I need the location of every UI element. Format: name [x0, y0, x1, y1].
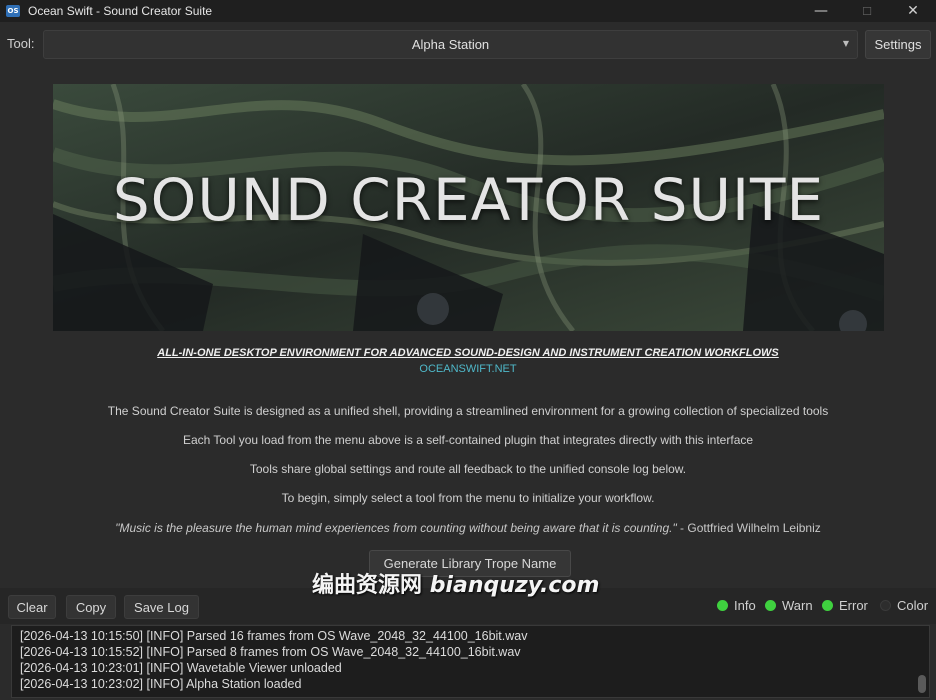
- clear-log-button[interactable]: Clear: [8, 595, 56, 619]
- filter-info-toggle[interactable]: Info: [717, 598, 756, 613]
- watermark: 编曲资源网 bianquzy.com: [312, 567, 599, 599]
- intro-paragraph-2: Each Tool you load from the menu above i…: [182, 433, 754, 447]
- console-log[interactable]: [2026-04-13 10:15:50] [INFO] Parsed 16 f…: [11, 625, 930, 698]
- copy-log-button[interactable]: Copy: [66, 595, 116, 619]
- tool-dropdown[interactable]: Alpha Station ▼: [43, 30, 858, 59]
- log-line: [2026-04-13 10:15:50] [INFO] Parsed 16 f…: [20, 629, 528, 643]
- filter-info-label: Info: [734, 598, 756, 613]
- info-status-icon: [717, 600, 728, 611]
- filter-warn-toggle[interactable]: Warn: [765, 598, 813, 613]
- log-line: [2026-04-13 10:15:52] [INFO] Parsed 8 fr…: [20, 645, 521, 659]
- watermark-cjk: 编曲资源网: [312, 573, 423, 598]
- log-line: [2026-04-13 10:23:01] [INFO] Wavetable V…: [20, 661, 342, 675]
- watermark-url: bianquzy.com: [429, 573, 600, 598]
- title-bar: OS Ocean Swift - Sound Creator Suite — ☐…: [0, 0, 936, 22]
- warn-status-icon: [765, 600, 776, 611]
- minimize-button[interactable]: —: [798, 0, 844, 22]
- quote-text: "Music is the pleasure the human mind ex…: [115, 521, 677, 535]
- banner-image: SOUND CREATOR SUITE: [53, 84, 884, 331]
- quote-author: - Gottfried Wilhelm Leibniz: [676, 521, 821, 535]
- tool-dropdown-value: Alpha Station: [411, 37, 490, 52]
- filter-warn-label: Warn: [782, 598, 813, 613]
- intro-paragraph-4: To begin, simply select a tool from the …: [281, 491, 655, 505]
- chevron-down-icon: ▼: [842, 39, 849, 48]
- save-log-button[interactable]: Save Log: [124, 595, 199, 619]
- tool-label: Tool:: [7, 36, 35, 51]
- filter-error-toggle[interactable]: Error: [822, 598, 868, 613]
- window-title: Ocean Swift - Sound Creator Suite: [28, 4, 213, 18]
- log-line: [2026-04-13 10:23:02] [INFO] Alpha Stati…: [20, 677, 302, 691]
- app-logo-icon: OS: [6, 5, 20, 17]
- main-panel: SOUND CREATOR SUITE ALL-IN-ONE DESKTOP E…: [0, 66, 936, 588]
- close-button[interactable]: ✕: [890, 0, 936, 22]
- window-controls: — ☐ ✕: [798, 0, 936, 22]
- filter-error-label: Error: [839, 598, 868, 613]
- color-status-icon: [880, 600, 891, 611]
- tool-bar: Tool: Alpha Station ▼ Settings: [0, 22, 936, 66]
- banner-title: SOUND CREATOR SUITE: [112, 166, 825, 234]
- quote: "Music is the pleasure the human mind ex…: [0, 521, 936, 535]
- intro-paragraph-3: Tools share global settings and route al…: [249, 462, 687, 476]
- intro-paragraph-1: The Sound Creator Suite is designed as a…: [107, 404, 829, 418]
- filter-color-label: Color: [897, 598, 929, 613]
- tagline: ALL-IN-ONE DESKTOP ENVIRONMENT FOR ADVAN…: [157, 347, 779, 359]
- settings-button[interactable]: Settings: [865, 30, 931, 59]
- filter-color-toggle[interactable]: Color: [880, 598, 928, 613]
- website-link[interactable]: OCEANSWIFT.NET: [0, 363, 936, 375]
- console-scrollbar-thumb[interactable]: [918, 675, 926, 693]
- maximize-button[interactable]: ☐: [844, 0, 890, 22]
- error-status-icon: [822, 600, 833, 611]
